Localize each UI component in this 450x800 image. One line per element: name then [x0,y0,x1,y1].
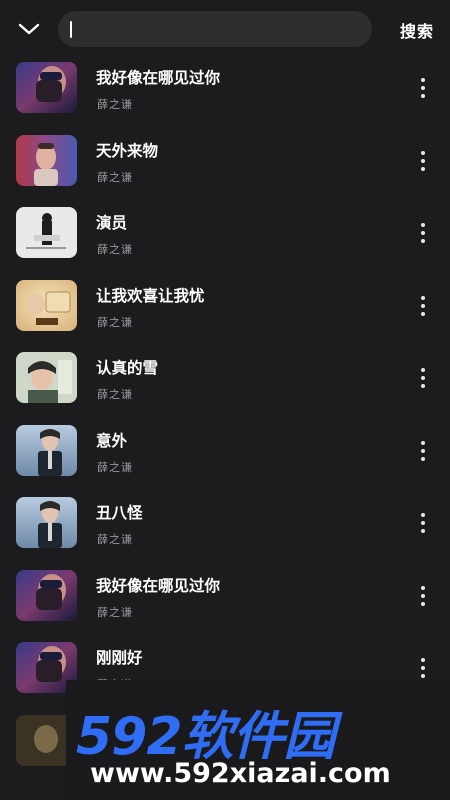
top-bar: 搜索 [0,0,450,58]
song-row[interactable]: 认真的雪 薛之谦 [0,342,450,415]
more-options-button[interactable] [418,513,428,533]
album-cover [16,207,77,258]
song-artist: 薛之谦 [97,170,133,184]
more-vertical-icon [421,150,425,155]
more-options-button[interactable] [418,223,428,243]
more-options-button[interactable] [418,658,428,678]
more-options-button[interactable] [418,368,428,388]
song-title: 让我欢喜让我忧 [96,286,205,305]
song-artist: 薛之谦 [97,315,133,329]
song-title: 演员 [96,214,128,232]
more-vertical-icon [421,440,425,445]
song-row[interactable]: 我好像在哪见过你 薛之谦 [0,560,450,633]
song-title: 丑八怪 [96,504,143,522]
search-box[interactable] [58,11,372,47]
song-artist: 薛之谦 [97,388,133,401]
more-vertical-icon [421,585,425,590]
collapse-button[interactable] [14,14,44,44]
album-cover [16,352,77,403]
song-row[interactable]: 让我欢喜让我忧 薛之谦 [0,270,450,343]
song-list: 我好像在哪见过你 薛之谦 天外来物 薛之谦 演员 薛之谦 让我欢喜让我忧 薛之谦… [0,52,450,777]
more-options-button[interactable] [418,440,428,461]
song-title: 认真的雪 [96,359,159,377]
song-artist: 薛之谦 [97,98,133,111]
more-vertical-icon [421,78,425,82]
more-options-button[interactable] [418,78,428,98]
album-cover [16,424,77,476]
search-input[interactable] [71,19,372,39]
song-title: 天外来物 [96,141,159,160]
song-row[interactable]: 丑八怪 薛之谦 [0,487,450,560]
watermark-url: www.592xiazai.com [90,758,391,789]
album-cover [16,497,77,548]
song-artist: 薛之谦 [97,243,133,256]
chevron-down-icon [18,23,40,35]
more-vertical-icon [421,368,425,372]
watermark-overlay: 592软件园 www.592xiazai.com [66,680,450,800]
song-row[interactable]: 演员 薛之谦 [0,197,450,270]
song-title: 我好像在哪见过你 [96,69,221,87]
album-cover [16,279,77,331]
song-title: 意外 [96,431,128,450]
more-vertical-icon [421,513,425,517]
song-row[interactable]: 天外来物 薛之谦 [0,125,450,198]
song-row[interactable]: 意外 薛之谦 [0,415,450,488]
song-artist: 薛之谦 [97,533,133,546]
more-options-button[interactable] [418,585,428,606]
song-artist: 薛之谦 [97,460,133,474]
more-options-button[interactable] [418,150,428,171]
song-title: 刚刚好 [96,649,143,667]
more-vertical-icon [421,295,425,300]
song-row[interactable]: 我好像在哪见过你 薛之谦 [0,52,450,125]
album-cover [16,62,77,113]
more-options-button[interactable] [418,295,428,316]
song-title: 我好像在哪见过你 [96,576,221,595]
search-button[interactable]: 搜索 [400,18,434,42]
more-vertical-icon [421,223,425,227]
song-artist: 薛之谦 [97,605,133,619]
more-vertical-icon [421,658,425,662]
album-cover [16,134,77,186]
album-cover [16,569,77,621]
